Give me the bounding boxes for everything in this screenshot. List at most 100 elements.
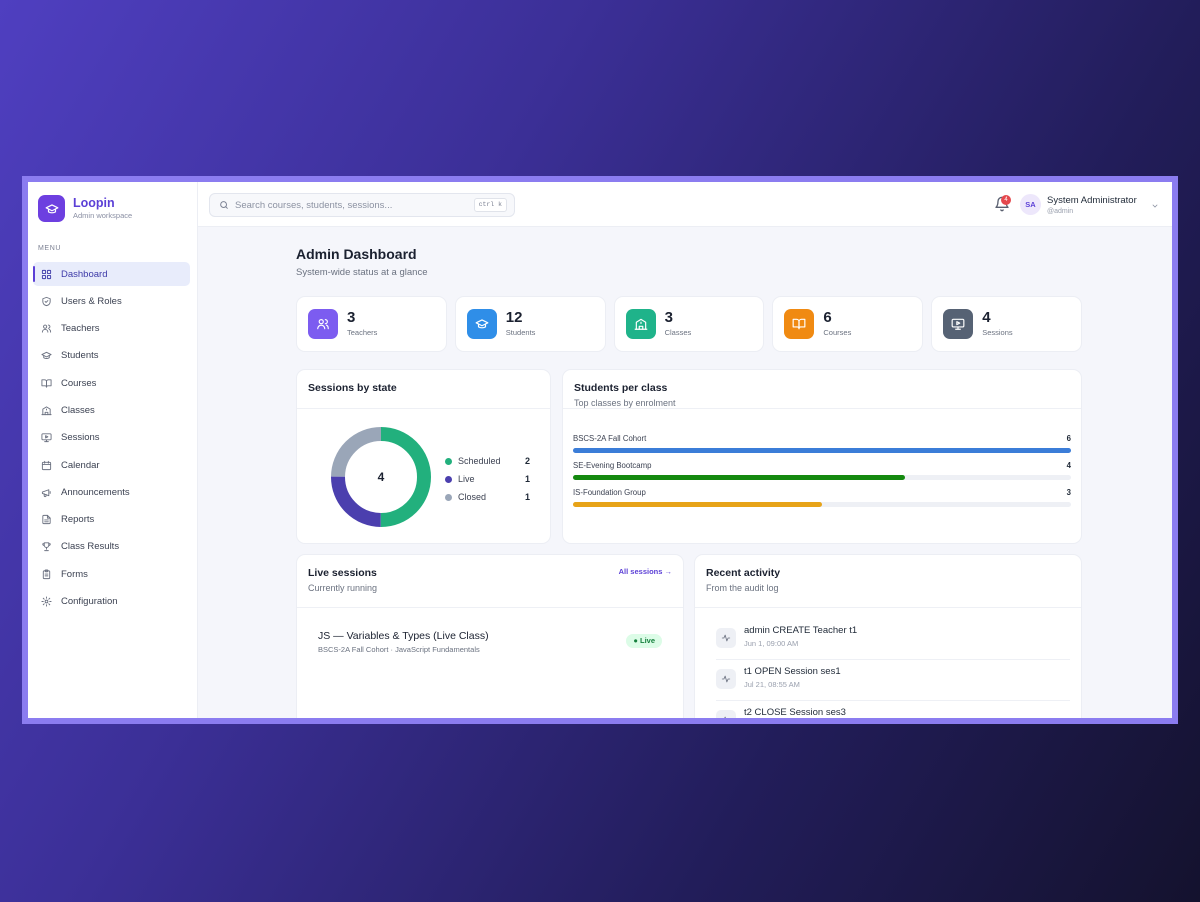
sessions-by-state-card: Sessions by state 4 Scheduled 2 Live 1 Close… [296, 369, 551, 544]
card-title: Sessions by state [308, 382, 397, 394]
sidebar-item-label: Announcements [61, 486, 130, 498]
graduation-cap-icon [466, 309, 497, 339]
sidebar-item-teachers[interactable]: Teachers [33, 317, 190, 341]
legend-dot [445, 493, 452, 501]
shield-icon [41, 296, 52, 307]
status-badge: ● Live [626, 634, 662, 648]
user-menu[interactable]: System Administrator @admin [1047, 195, 1137, 216]
sidebar-item-users-roles[interactable]: Users & Roles [33, 289, 190, 313]
stat-card-classes[interactable]: 3 Classes [613, 296, 765, 352]
sidebar-item-label: Calendar [61, 459, 100, 471]
divider [563, 408, 1081, 409]
divider [297, 408, 550, 409]
stat-label: Teachers [347, 328, 378, 337]
activity-item[interactable]: t2 CLOSE Session ses3 [716, 701, 1070, 718]
stat-card-students[interactable]: 12 Students [454, 296, 606, 352]
class-bar-row: SE-Evening Bootcamp 4 [573, 461, 1071, 480]
legend-count: 1 [524, 492, 530, 502]
bar-track [573, 448, 1071, 453]
sidebar-item-label: Configuration [61, 596, 118, 608]
stat-value: 3 [347, 309, 356, 326]
window-frame: Loopin Admin workspace MENU Dashboard Use… [22, 176, 1178, 724]
divider [695, 607, 1081, 608]
monitor-play-icon [41, 432, 52, 443]
activity-icon [716, 669, 736, 689]
calendar-icon [41, 460, 52, 471]
sidebar-item-dashboard[interactable]: Dashboard [33, 262, 190, 286]
monitor-play-icon [943, 309, 974, 339]
divider [297, 607, 683, 608]
building-icon [625, 309, 656, 339]
page-subtitle: System-wide status at a glance [296, 267, 428, 278]
all-sessions-link[interactable]: All sessions → [619, 567, 672, 576]
sidebar-item-label: Dashboard [61, 268, 108, 280]
stat-card-sessions[interactable]: 4 Sessions [931, 296, 1082, 352]
sidebar-item-classes[interactable]: Classes [33, 398, 190, 422]
class-bar-row: BSCS-2A Fall Cohort 6 [573, 434, 1071, 453]
sidebar-item-students[interactable]: Students [33, 344, 190, 368]
activity-item[interactable]: t1 OPEN Session ses1 Jul 21, 08:55 AM [716, 660, 1070, 701]
stat-value: 6 [823, 309, 832, 326]
card-subtitle: From the audit log [706, 583, 779, 593]
card-subtitle: Currently running [308, 583, 378, 593]
sidebar-item-reports[interactable]: Reports [33, 508, 190, 532]
sidebar-item-configuration[interactable]: Configuration [33, 590, 190, 614]
legend-name: Scheduled [458, 456, 501, 466]
sidebar-item-label: Students [61, 350, 99, 362]
sidebar-item-announcements[interactable]: Announcements [33, 480, 190, 504]
sidebar-item-calendar[interactable]: Calendar [33, 453, 190, 477]
sessions-donut-chart: 4 [331, 427, 431, 527]
activity-time: Jun 1, 09:00 AM [744, 639, 799, 648]
card-subtitle: Top classes by enrolment [574, 398, 676, 408]
legend-item-scheduled: Scheduled 2 [445, 452, 530, 470]
users-icon [41, 323, 52, 334]
legend-dot [445, 457, 452, 465]
donut-legend: Scheduled 2 Live 1 Closed 1 [445, 452, 530, 506]
stats-row: 3 Teachers 12 Students 3 Classes 6 Courses 4 Sess… [296, 296, 1082, 352]
book-icon [784, 309, 815, 339]
sidebar-item-label: Courses [61, 377, 97, 389]
card-title: Live sessions [308, 567, 377, 579]
trophy-icon [41, 541, 52, 552]
stat-label: Courses [823, 328, 852, 337]
stat-label: Classes [664, 328, 692, 337]
brand-subtitle: Admin workspace [73, 211, 133, 220]
sidebar-item-label: Forms [61, 568, 88, 580]
stat-card-teachers[interactable]: 3 Teachers [296, 296, 447, 352]
bar-fill [573, 448, 1071, 453]
class-count: 4 [1066, 461, 1071, 470]
legend-item-live: Live 1 [445, 470, 530, 488]
sidebar-item-forms[interactable]: Forms [33, 562, 190, 586]
activity-item[interactable]: admin CREATE Teacher t1 Jun 1, 09:00 AM [716, 619, 1070, 660]
bar-track [573, 475, 1071, 480]
live-sessions-card: Live sessions Currently running All sess… [296, 554, 684, 718]
legend-count: 2 [524, 456, 530, 466]
card-title: Students per class [574, 382, 668, 394]
sidebar-item-class-results[interactable]: Class Results [33, 535, 190, 559]
activity-icon [716, 710, 736, 718]
avatar[interactable]: SA [1020, 194, 1041, 215]
file-icon [41, 514, 52, 525]
bar-fill [573, 475, 905, 480]
sidebar: Loopin Admin workspace MENU Dashboard Use… [28, 182, 198, 718]
brand[interactable]: Loopin Admin workspace [38, 195, 132, 222]
graduation-cap-icon [38, 195, 65, 222]
stat-value: 3 [664, 309, 673, 326]
class-count: 6 [1066, 434, 1071, 443]
book-icon [41, 378, 52, 389]
menu-label: MENU [38, 245, 62, 252]
chevron-down-icon[interactable] [1151, 202, 1159, 210]
sidebar-item-label: Teachers [61, 323, 100, 335]
stat-card-courses[interactable]: 6 Courses [772, 296, 924, 352]
session-meta: BSCS-2A Fall Cohort · JavaScript Fundame… [318, 645, 480, 654]
sidebar-item-courses[interactable]: Courses [33, 371, 190, 395]
sidebar-item-sessions[interactable]: Sessions [33, 426, 190, 450]
legend-count: 1 [524, 474, 530, 484]
stat-value: 4 [982, 309, 991, 326]
search-input[interactable] [235, 199, 465, 211]
search-icon [220, 201, 228, 209]
students-per-class-card: Students per class Top classes by enrolm… [562, 369, 1082, 544]
legend-name: Live [458, 474, 475, 484]
grid-icon [41, 269, 52, 280]
search-box[interactable]: ctrl k [209, 193, 515, 217]
